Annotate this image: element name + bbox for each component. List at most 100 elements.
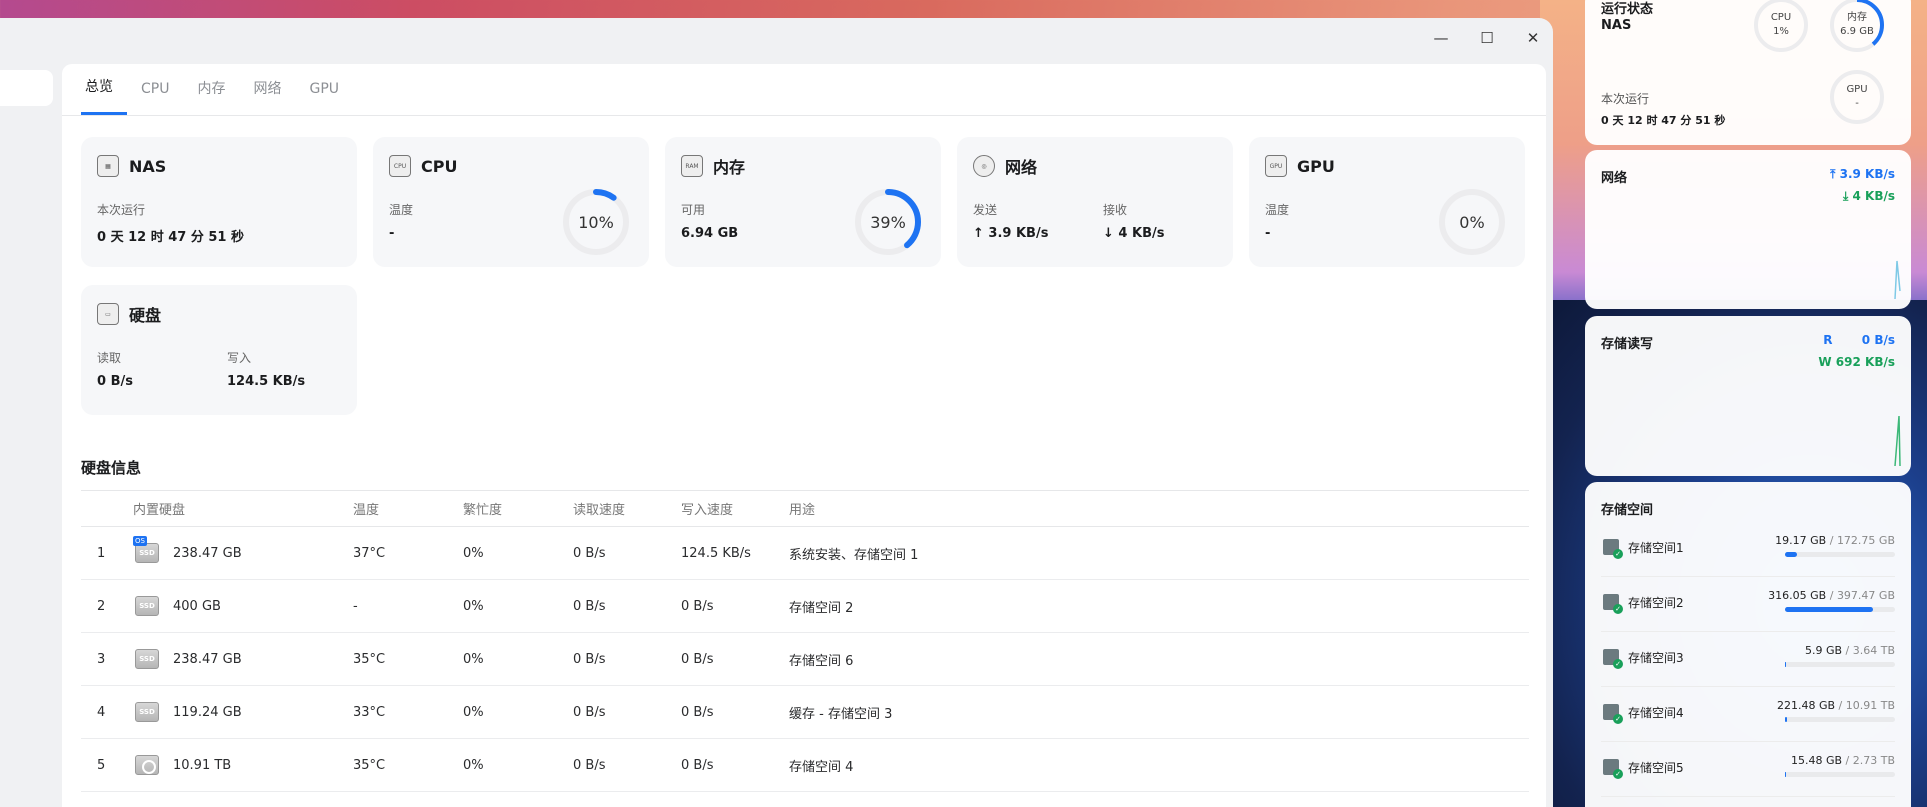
- storage-usage-fill: [1785, 552, 1798, 557]
- disk-busy: 0%: [463, 545, 484, 561]
- widget-title: 运行状态: [1601, 2, 1654, 17]
- ram-icon: RAM: [681, 155, 703, 177]
- row-index: 5: [97, 757, 106, 773]
- card-title: 内存: [713, 158, 746, 177]
- os-badge: OS: [133, 536, 147, 546]
- disk-use: 缓存 - 存储空间 3: [789, 706, 893, 722]
- receive-value: ↓ 4 KB/s: [1103, 226, 1165, 241]
- disk-temp: 35°C: [353, 651, 386, 667]
- available-value: 6.94 GB: [681, 226, 739, 241]
- nas-card[interactable]: ▦ NAS 本次运行 0 天 12 时 47 分 51 秒: [81, 137, 357, 267]
- tab-cpu[interactable]: CPU: [127, 64, 183, 115]
- temp-label: 温度: [389, 203, 414, 217]
- window-controls: — ☐ ✕: [1431, 28, 1543, 48]
- disk-cell: 10.91 TB: [133, 752, 353, 778]
- disk-use: 存储空间 4: [789, 759, 854, 775]
- disk-busy: 0%: [463, 757, 484, 773]
- storage-space-item[interactable]: 存储空间5 15.48 GB / 2.73 TB: [1601, 742, 1895, 797]
- tab-gpu[interactable]: GPU: [295, 64, 353, 115]
- memory-mini-label: 内存: [1847, 12, 1867, 23]
- storage-pool-icon: [1603, 539, 1623, 559]
- widget-title: 存储空间: [1601, 503, 1654, 518]
- disk-write: 0 B/s: [681, 651, 714, 667]
- read-rate: R 0 B/s: [1823, 333, 1895, 347]
- cpu-mini-value: 1%: [1773, 26, 1789, 37]
- download-rate: ⤓ 4 KB/s: [1843, 189, 1895, 203]
- storage-space-name: 存储空间1: [1628, 541, 1684, 555]
- tab-overview[interactable]: 总览: [81, 64, 127, 115]
- storage-usage-fill: [1785, 772, 1787, 777]
- disk-read: 0 B/s: [573, 598, 606, 614]
- network-widget[interactable]: 网络 ⤒ 3.9 KB/s ⤓ 4 KB/s: [1585, 150, 1911, 309]
- row-index: 2: [97, 598, 106, 614]
- table-row[interactable]: 5 10.91 TB 35°C 0% 0 B/s 0 B/s 存储空间 4: [81, 739, 1529, 792]
- disk-card[interactable]: ▭ 硬盘 读取 0 B/s 写入 124.5 KB/s: [81, 285, 357, 415]
- disk-size: 238.47 GB: [173, 545, 242, 561]
- sidebar-item-selected[interactable]: [0, 70, 53, 106]
- table-row[interactable]: 63.64 TB29°C0%0 B/s0 B/s存储空间 3: [81, 792, 1529, 807]
- status-widget[interactable]: 运行状态 NAS 本次运行 0 天 12 时 47 分 51 秒 CPU 1% 内…: [1585, 0, 1911, 145]
- send-label: 发送: [973, 203, 998, 217]
- nas-icon: ▦: [97, 155, 119, 177]
- storage-io-widget[interactable]: 存储读写 R 0 B/s W 692 KB/s: [1585, 316, 1911, 476]
- table-row[interactable]: 4 SSD 119.24 GB 33°C 0% 0 B/s 0 B/s 缓存 - 存储空间 3: [81, 686, 1529, 739]
- storage-space-item[interactable]: 存储空间1 19.17 GB / 172.75 GB: [1601, 522, 1895, 577]
- ssd-icon: SSD OS: [133, 536, 161, 566]
- cpu-mini-ring: CPU 1%: [1752, 0, 1810, 54]
- storage-usage-fill: [1785, 717, 1788, 722]
- disk-table: 内置硬盘 温度 繁忙度 读取速度 写入速度 用途 1 SSD OS 238.47 GB…: [81, 490, 1529, 807]
- storage-space-name: 存储空间4: [1628, 706, 1684, 720]
- minimize-icon[interactable]: —: [1431, 28, 1451, 48]
- disk-read: 0 B/s: [573, 757, 606, 773]
- table-header: 内置硬盘 温度 繁忙度 读取速度 写入速度 用途: [81, 490, 1529, 527]
- network-card[interactable]: ◎ 网络 发送 ↑ 3.9 KB/s 接收 ↓ 4 KB/s: [957, 137, 1233, 267]
- gpu-mini-label: GPU: [1846, 84, 1868, 95]
- globe-icon: ◎: [973, 155, 995, 177]
- storage-pool-icon: [1603, 759, 1623, 779]
- disk-temp: 37°C: [353, 545, 386, 561]
- ssd-icon: SSD: [133, 593, 161, 619]
- disk-busy: 0%: [463, 651, 484, 667]
- upload-icon: ⤒: [1830, 167, 1840, 181]
- cpu-card[interactable]: CPU CPU 温度 - 10%: [373, 137, 649, 267]
- cpu-mini-label: CPU: [1770, 12, 1792, 23]
- gpu-usage-label: 0%: [1459, 212, 1485, 232]
- storage-usage-bar: [1785, 717, 1895, 722]
- storage-space-item[interactable]: 存储空间3 5.9 GB / 3.64 TB: [1601, 632, 1895, 687]
- table-row[interactable]: 2 SSD 400 GB - 0% 0 B/s 0 B/s 存储空间 2: [81, 580, 1529, 633]
- storage-io-sparkline: [1894, 415, 1901, 467]
- disk-read: 0 B/s: [573, 651, 606, 667]
- ssd-icon: SSD: [133, 699, 161, 725]
- tab-network[interactable]: 网络: [239, 64, 295, 115]
- network-sparkline: [1894, 260, 1901, 300]
- read-label: 读取: [97, 351, 122, 365]
- disk-read: 0 B/s: [573, 704, 606, 720]
- card-title: GPU: [1297, 156, 1335, 176]
- uptime-value: 0 天 12 时 47 分 51 秒: [97, 230, 244, 245]
- cpu-usage-label: 10%: [578, 212, 614, 232]
- close-icon[interactable]: ✕: [1523, 28, 1543, 48]
- gpu-card[interactable]: GPU GPU 温度 - 0%: [1249, 137, 1525, 267]
- storage-space-item[interactable]: 存储空间2 316.05 GB / 397.47 GB: [1601, 577, 1895, 632]
- disk-type: SSD: [135, 649, 159, 669]
- storage-space-usage: 316.05 GB / 397.47 GB: [1768, 589, 1895, 602]
- storage-space-name: 存储空间5: [1628, 761, 1684, 775]
- disk-cell: SSD 119.24 GB: [133, 699, 353, 725]
- gpu-mini-ring: GPU -: [1828, 68, 1886, 126]
- table-row[interactable]: 3 SSD 238.47 GB 35°C 0% 0 B/s 0 B/s 存储空间 6: [81, 633, 1529, 686]
- disk-icon: ▭: [97, 303, 119, 325]
- temp-value: -: [389, 226, 395, 241]
- storage-usage-fill: [1785, 607, 1873, 612]
- storage-space-widget[interactable]: 存储空间 存储空间1 19.17 GB / 172.75 GB 存储空间2 316.0…: [1585, 482, 1911, 807]
- memory-mini-ring: 内存 6.9 GB: [1828, 0, 1886, 54]
- disk-write: 0 B/s: [681, 704, 714, 720]
- tab-memory[interactable]: 内存: [183, 64, 239, 115]
- storage-usage-bar: [1785, 607, 1895, 612]
- memory-card[interactable]: RAM 内存 可用 6.94 GB 39%: [665, 137, 941, 267]
- table-row[interactable]: 1 SSD OS 238.47 GB 37°C 0% 0 B/s 124.5 KB/s 系统安装…: [81, 527, 1529, 580]
- temp-value: -: [1265, 226, 1271, 241]
- storage-space-item[interactable]: 存储空间4 221.48 GB / 10.91 TB: [1601, 687, 1895, 742]
- disk-temp: -: [353, 598, 358, 614]
- col-use: 用途: [789, 503, 816, 518]
- maximize-icon[interactable]: ☐: [1477, 28, 1497, 48]
